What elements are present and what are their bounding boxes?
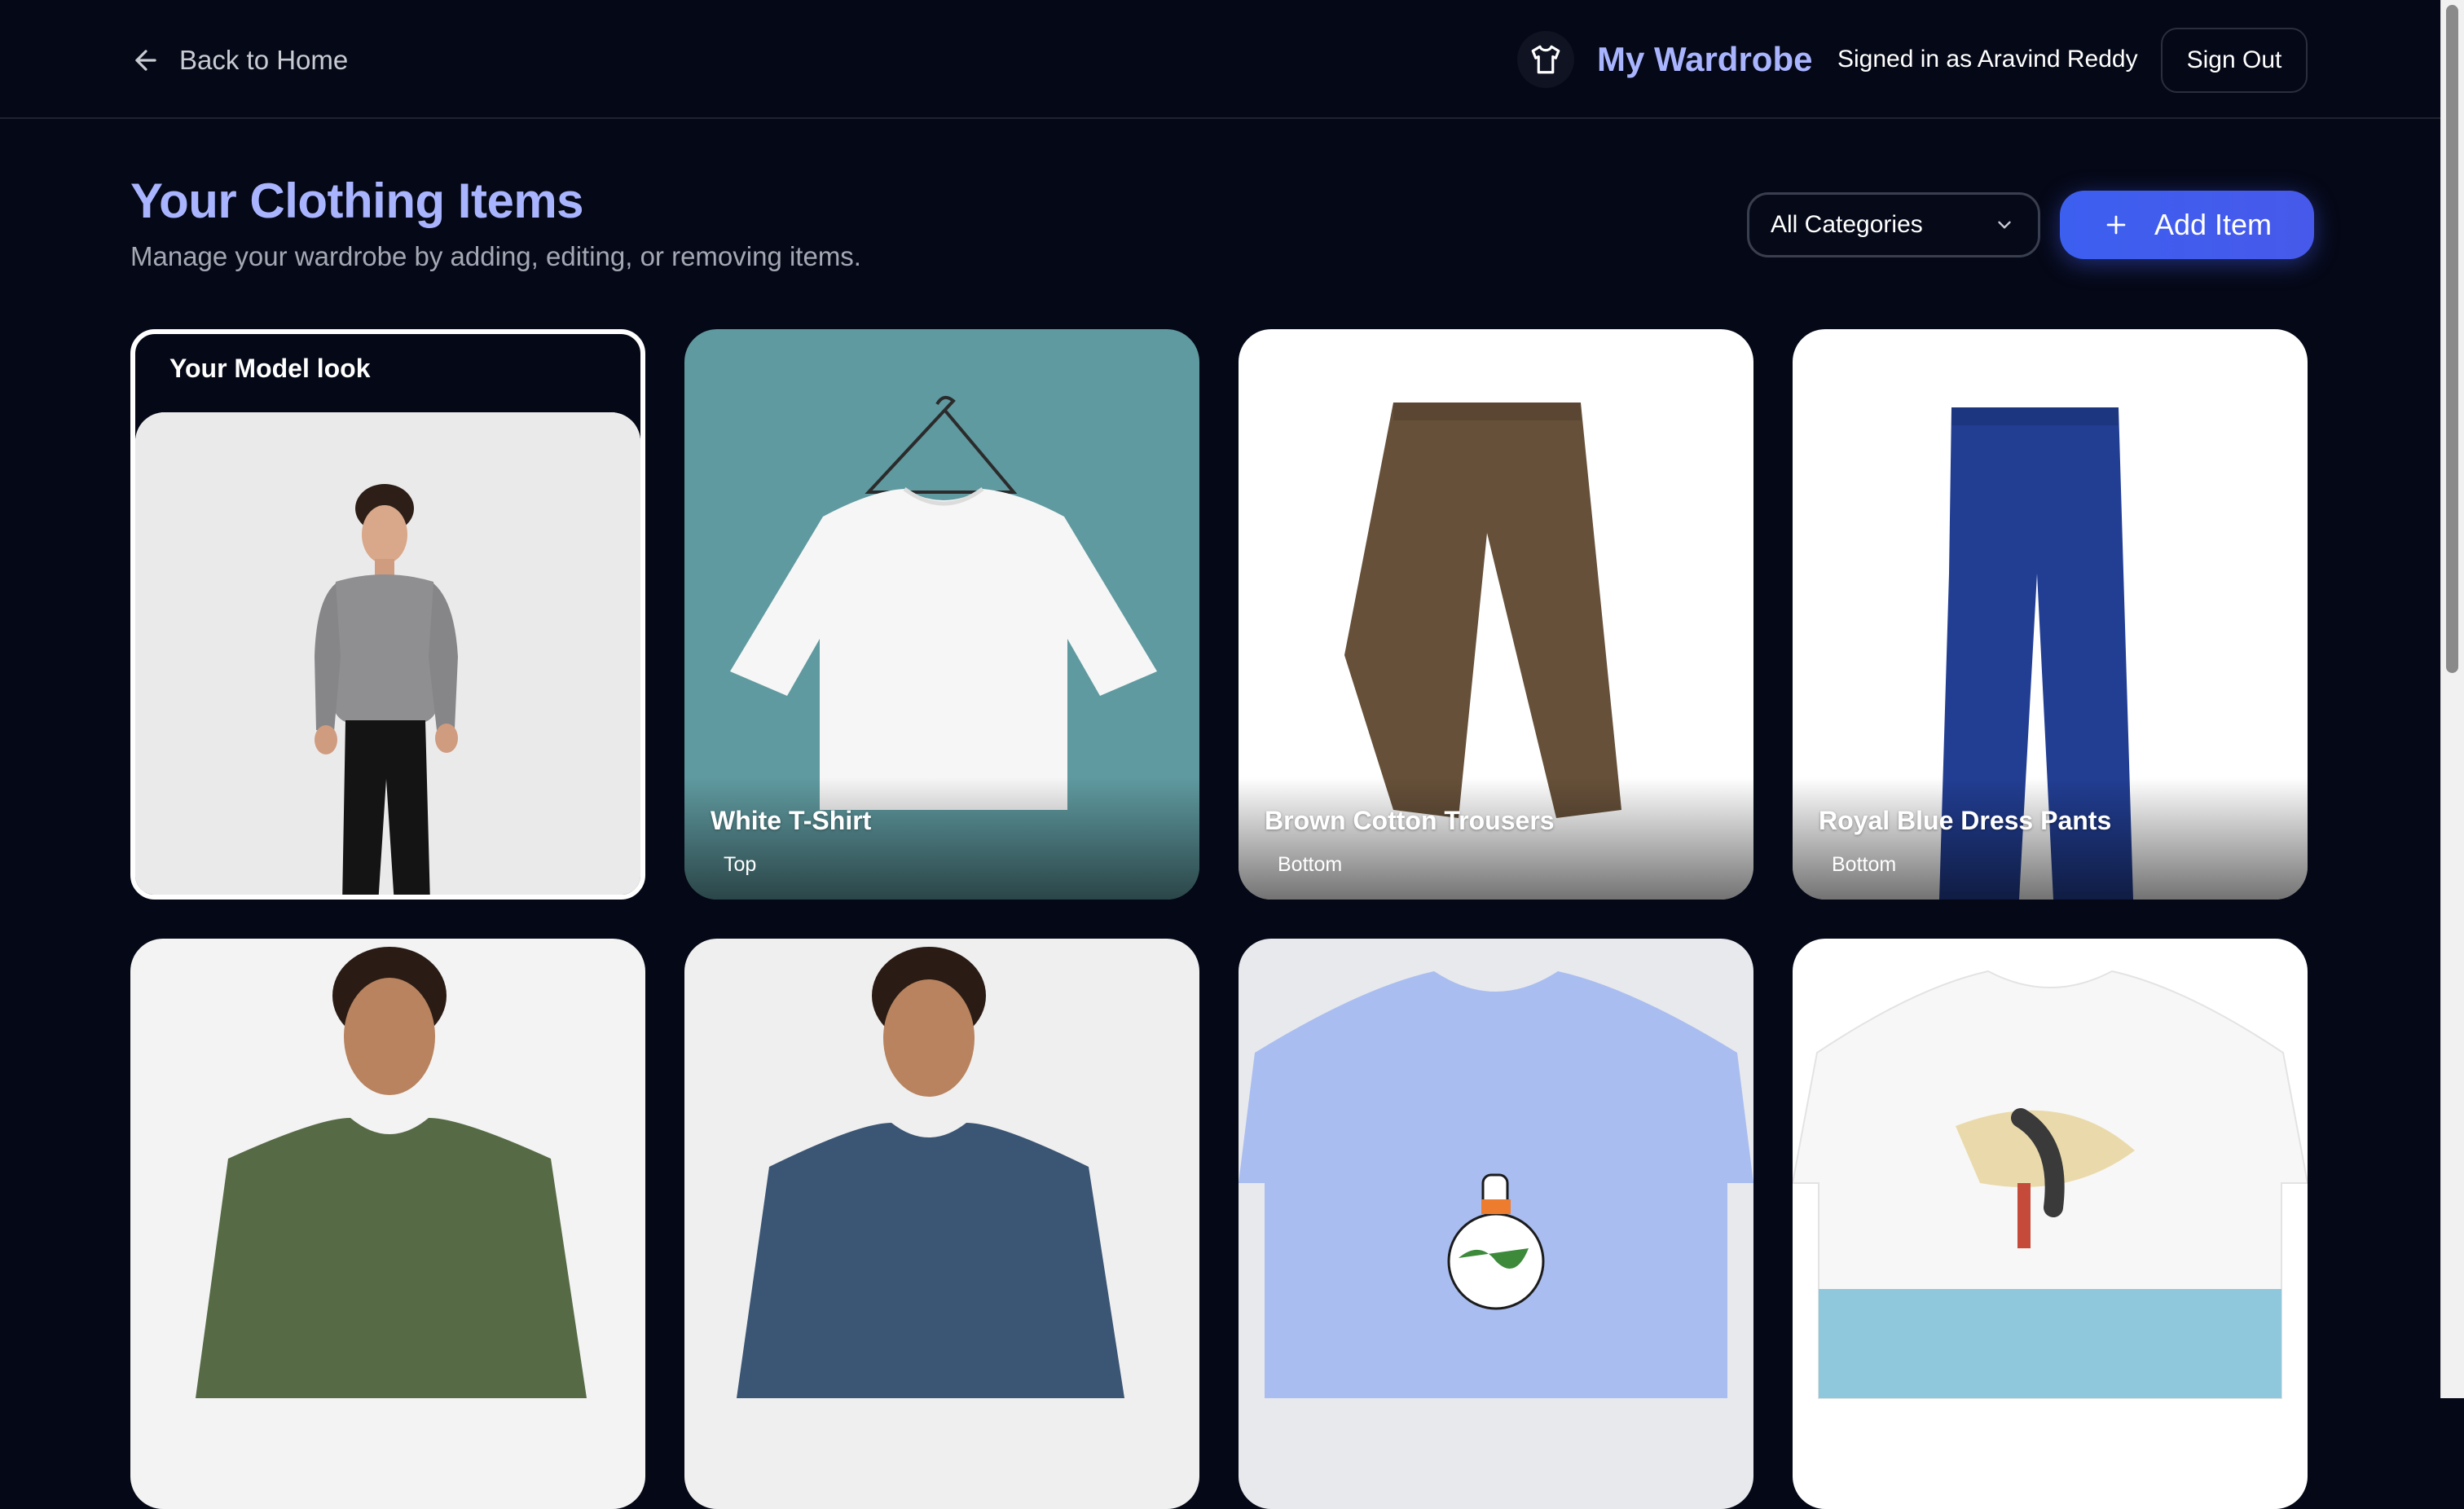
item-category: Top	[724, 853, 757, 876]
clothing-card[interactable]	[1239, 939, 1753, 1509]
blue-tshirt-image	[684, 939, 1199, 1509]
item-category: Bottom	[1278, 853, 1343, 876]
page-subtitle: Manage your wardrobe by adding, editing,…	[130, 241, 861, 271]
card-overlay	[1793, 777, 2308, 900]
add-item-label: Add Item	[2154, 208, 2273, 241]
clothing-card[interactable]: Brown Cotton Trousers Bottom	[1239, 329, 1753, 900]
clothing-card[interactable]	[130, 939, 645, 1509]
item-name: Royal Blue Dress Pants	[1819, 806, 2112, 835]
item-name: Brown Cotton Trousers	[1265, 806, 1555, 835]
add-item-button[interactable]: Add Item	[2060, 191, 2314, 259]
category-filter-value: All Categories	[1771, 211, 1923, 238]
green-tshirt-image	[130, 939, 645, 1509]
white-graphic-tshirt-image	[1793, 939, 2308, 1509]
page-title: Your Clothing Items	[130, 174, 584, 228]
top-bar: Back to Home My Wardrobe Signed in as Ar…	[0, 0, 2441, 119]
clothing-card[interactable]	[1793, 939, 2308, 1509]
category-filter-select[interactable]: All Categories	[1747, 192, 2040, 257]
lavender-graphic-tshirt-image	[1239, 939, 1753, 1509]
item-name: White T-Shirt	[711, 806, 872, 835]
card-overlay	[1239, 777, 1753, 900]
clothing-card[interactable]	[684, 939, 1199, 1509]
item-category: Bottom	[1832, 853, 1897, 876]
clothing-card[interactable]: Royal Blue Dress Pants Bottom	[1793, 329, 2308, 900]
model-photo	[135, 412, 640, 895]
shirt-icon	[1531, 45, 1560, 74]
plus-icon	[2106, 215, 2126, 235]
signed-in-status: Signed in as Aravind Reddy	[1837, 46, 2138, 73]
arrow-left-icon	[135, 50, 156, 71]
model-illustration	[135, 412, 640, 895]
model-look-card[interactable]: Your Model look	[130, 329, 645, 900]
sign-out-button[interactable]: Sign Out	[2161, 28, 2308, 93]
brand-title: My Wardrobe	[1597, 40, 1813, 78]
card-overlay	[684, 777, 1199, 900]
chevron-down-icon	[1998, 221, 2011, 229]
clothing-card[interactable]: White T-Shirt Top	[684, 329, 1199, 900]
back-to-home-link[interactable]: Back to Home	[130, 37, 348, 83]
brand-logo	[1517, 31, 1574, 88]
model-look-label: Your Model look	[169, 354, 371, 383]
scrollbar-thumb[interactable]	[2446, 5, 2458, 673]
back-label: Back to Home	[179, 45, 349, 75]
page-scrollbar[interactable]	[2440, 0, 2464, 1398]
